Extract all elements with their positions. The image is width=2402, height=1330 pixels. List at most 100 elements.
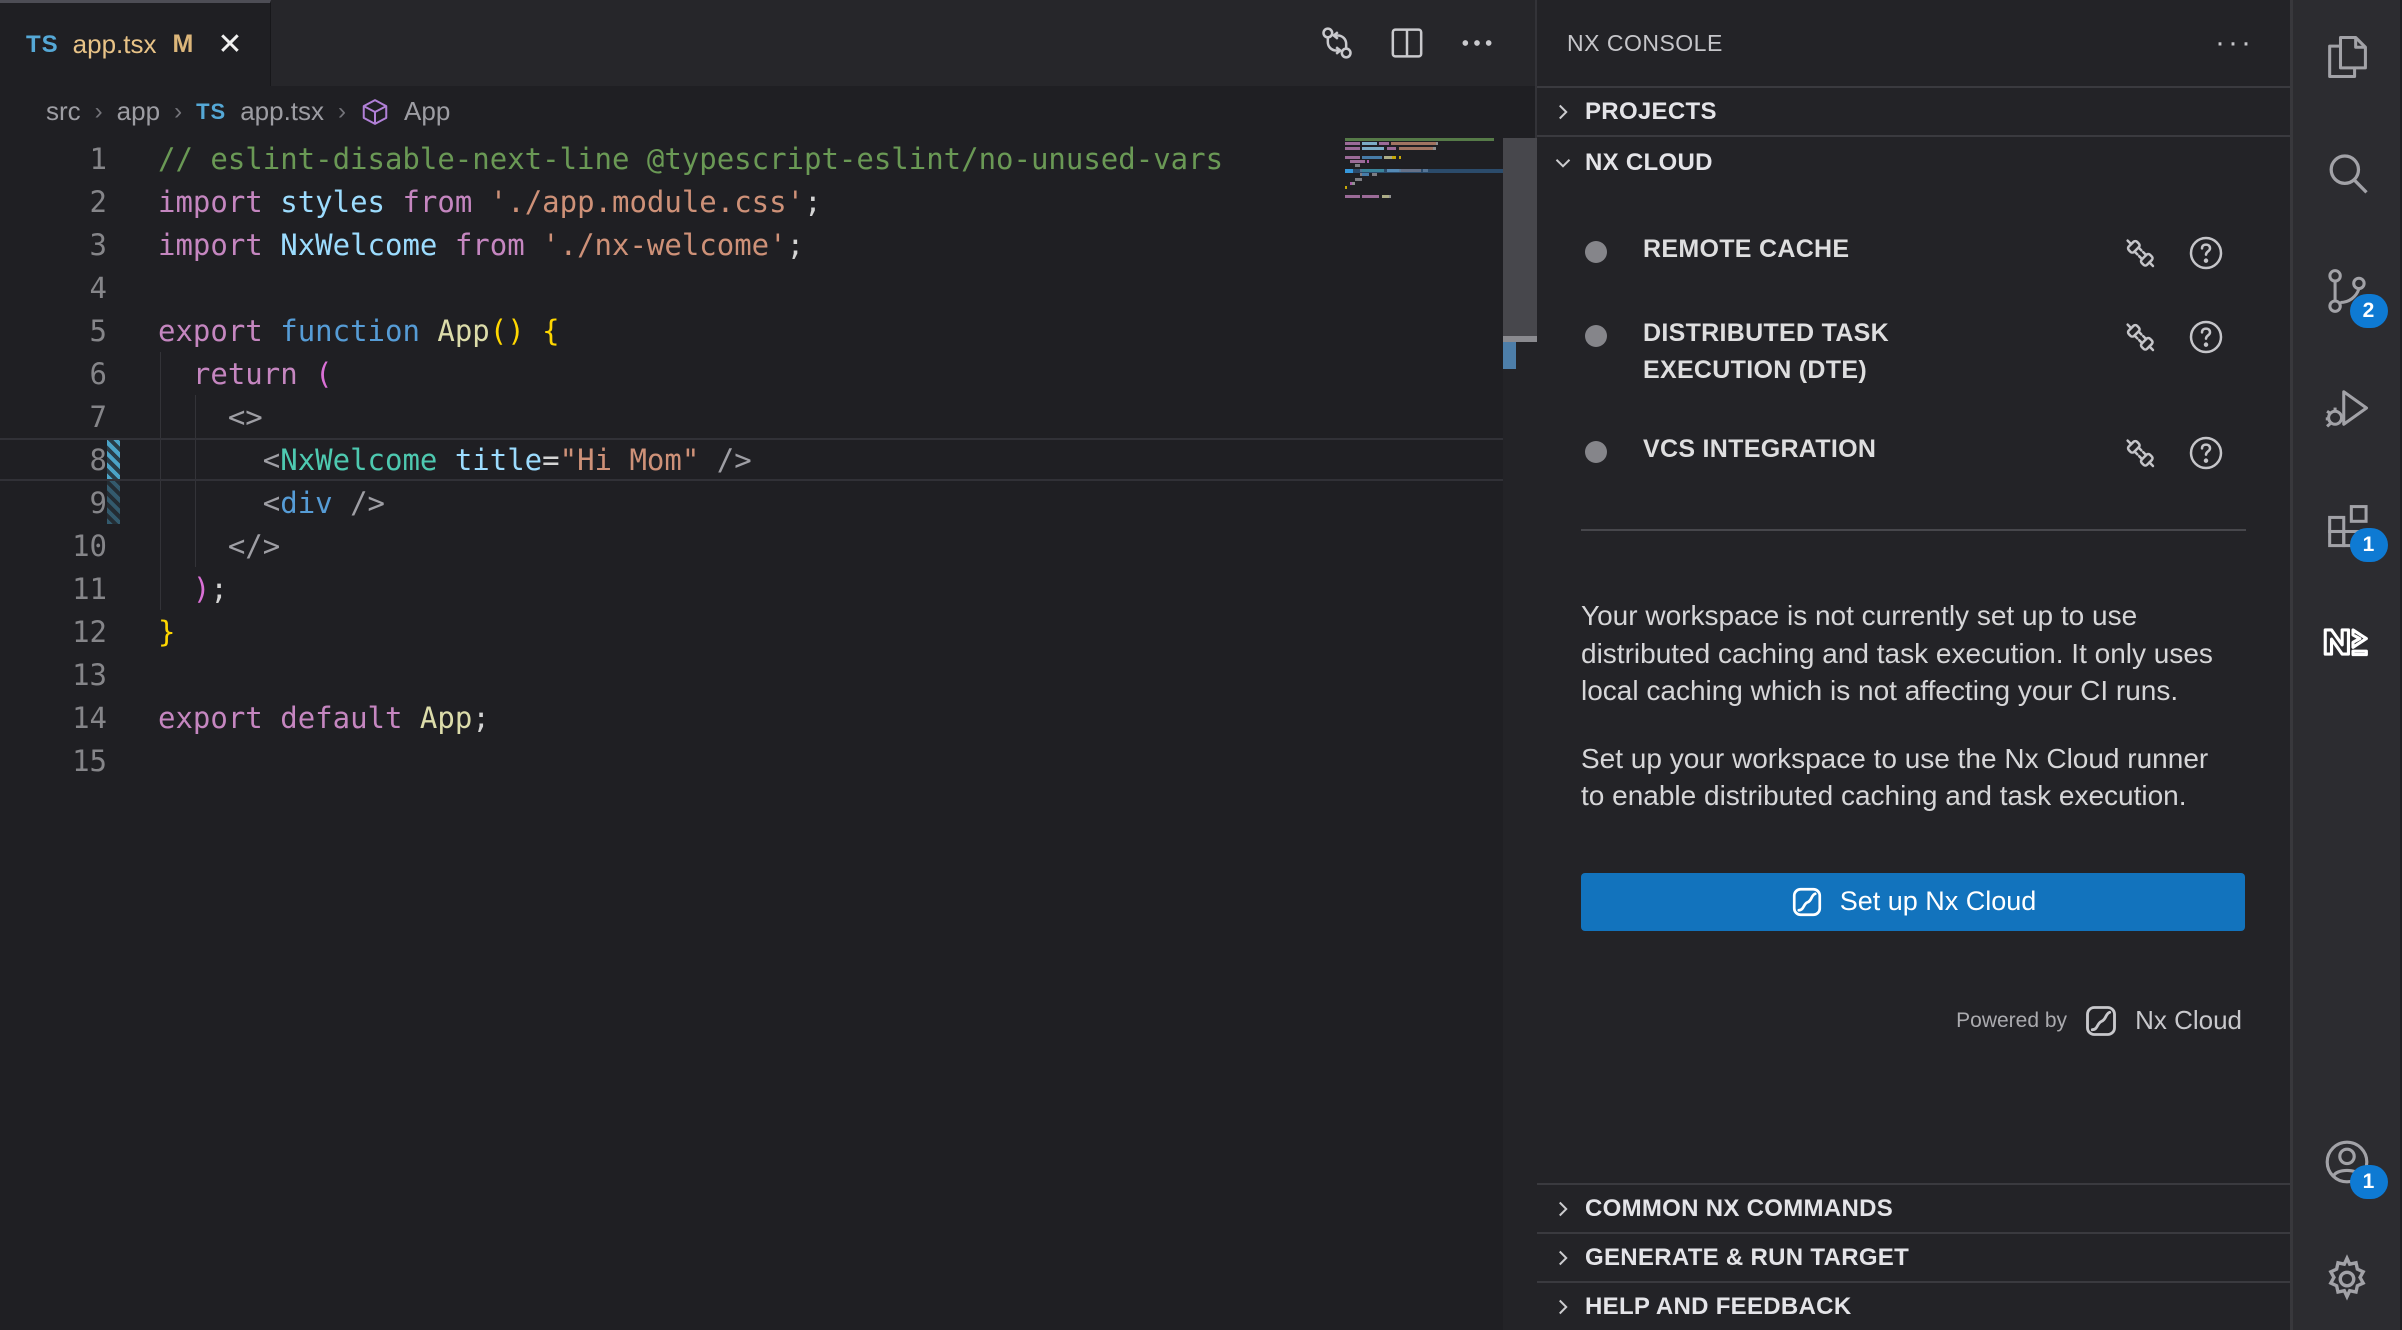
section-nx-cloud[interactable]: NX CLOUD — [1537, 137, 2290, 189]
code-line[interactable]: 14export default App; — [0, 696, 1535, 739]
code-line[interactable]: 4 — [0, 266, 1535, 309]
minimap[interactable] — [1345, 138, 1503, 204]
line-number: 11 — [0, 572, 107, 606]
git-modified-badge: M — [173, 30, 194, 59]
section-help-and-feedback[interactable]: HELP AND FEEDBACK — [1537, 1283, 2290, 1330]
explorer-icon[interactable] — [2318, 28, 2376, 86]
section-projects[interactable]: PROJECTS — [1537, 88, 2290, 135]
setup-button-label: Set up Nx Cloud — [1840, 886, 2037, 917]
connect-plug-icon[interactable] — [2120, 317, 2160, 357]
section-label: GENERATE & RUN TARGET — [1585, 1244, 1909, 1272]
gutter — [107, 309, 158, 352]
open-changes-icon[interactable] — [1315, 21, 1359, 65]
help-icon[interactable] — [2186, 317, 2226, 357]
source-control-icon[interactable]: 2 — [2318, 262, 2376, 320]
gutter — [107, 524, 158, 567]
minimap-line — [1345, 138, 1503, 141]
breadcrumb: src › app › TS app.tsx › App — [0, 86, 1535, 137]
line-number: 5 — [0, 314, 107, 348]
close-tab-icon[interactable]: ✕ — [217, 30, 242, 60]
typescript-file-icon: TS — [196, 99, 226, 125]
tab-bar: TS app.tsx M ✕ — [0, 0, 1535, 86]
code-line[interactable]: 10 </> — [0, 524, 1535, 567]
editor-scrollbar[interactable] — [1503, 138, 1537, 1330]
code-area[interactable]: 1// eslint-disable-next-line @typescript… — [0, 137, 1535, 1330]
run-debug-icon[interactable] — [2318, 379, 2376, 437]
section-common-nx-commands[interactable]: COMMON NX COMMANDS — [1537, 1185, 2290, 1232]
cloud-status-list: REMOTE CACHEDISTRIBUTED TASK EXECUTION (… — [1537, 231, 2290, 473]
code-line[interactable]: 11 ); — [0, 567, 1535, 610]
activity-bar: 2 1 — [2293, 0, 2400, 1330]
modified-line-indicator — [107, 481, 120, 524]
cloud-status-actions — [2120, 317, 2226, 357]
code-text: <div /> — [158, 486, 385, 520]
gutter — [107, 739, 158, 782]
minimap-line — [1345, 173, 1503, 176]
panel-more-actions-icon[interactable]: ··· — [2215, 26, 2254, 60]
nx-console-icon[interactable] — [2318, 613, 2376, 671]
panel-title: NX CONSOLE — [1567, 30, 1723, 57]
chevron-right-icon — [1550, 1294, 1576, 1320]
cloud-status-actions — [2120, 233, 2226, 273]
gutter — [107, 180, 158, 223]
code-line[interactable]: 1// eslint-disable-next-line @typescript… — [0, 137, 1535, 180]
gutter — [107, 266, 158, 309]
code-line[interactable]: 2import styles from './app.module.css'; — [0, 180, 1535, 223]
account-icon[interactable]: 1 — [2318, 1133, 2376, 1191]
extensions-icon[interactable]: 1 — [2318, 496, 2376, 554]
minimap-active-line-highlight — [1345, 169, 1503, 173]
code-line[interactable]: 6 return ( — [0, 352, 1535, 395]
vscode-window: TS app.tsx M ✕ — [0, 0, 2402, 1330]
connect-plug-icon[interactable] — [2120, 233, 2160, 273]
section-generate-run-target[interactable]: GENERATE & RUN TARGET — [1537, 1234, 2290, 1281]
account-badge: 1 — [2350, 1165, 2388, 1199]
scrollbar-slider[interactable] — [1503, 138, 1537, 336]
cloud-status-row: DISTRIBUTED TASK EXECUTION (DTE) — [1537, 315, 2290, 389]
code-line[interactable]: 5export function App() { — [0, 309, 1535, 352]
help-icon[interactable] — [2186, 233, 2226, 273]
minimap-line — [1345, 151, 1503, 154]
setup-nx-cloud-button[interactable]: Set up Nx Cloud — [1581, 873, 2245, 931]
status-bullet-icon — [1585, 441, 1607, 463]
connect-plug-icon[interactable] — [2120, 433, 2160, 473]
minimap-line — [1345, 182, 1503, 185]
breadcrumb-separator: › — [174, 98, 182, 126]
minimap-line — [1345, 156, 1503, 159]
code-line[interactable]: 7 <> — [0, 395, 1535, 438]
line-number: 15 — [0, 744, 107, 778]
minimap-line — [1345, 195, 1503, 198]
nx-console-panel: NX CONSOLE ··· PROJECTS NX CLOUD REMOTE … — [1537, 0, 2293, 1330]
code-text: </> — [158, 529, 280, 563]
code-line[interactable]: 9 <div /> — [0, 481, 1535, 524]
code-line[interactable]: 15 — [0, 739, 1535, 782]
breadcrumb-file[interactable]: app.tsx — [240, 96, 324, 127]
code-line[interactable]: 3import NxWelcome from './nx-welcome'; — [0, 223, 1535, 266]
code-text: // eslint-disable-next-line @typescript-… — [158, 142, 1223, 176]
breadcrumb-src[interactable]: src — [46, 96, 81, 127]
split-editor-icon[interactable] — [1385, 21, 1429, 65]
section-label: HELP AND FEEDBACK — [1585, 1293, 1851, 1321]
minimap-line — [1345, 164, 1503, 167]
breadcrumb-symbol[interactable]: App — [404, 96, 450, 127]
tab-app-tsx[interactable]: TS app.tsx M ✕ — [0, 0, 271, 86]
source-control-badge: 2 — [2350, 294, 2388, 328]
code-text: <NxWelcome title="Hi Mom" /> — [158, 443, 752, 477]
minimap-line — [1345, 142, 1503, 145]
more-actions-icon[interactable] — [1455, 21, 1499, 65]
minimap-line — [1345, 178, 1503, 181]
breadcrumb-separator: › — [338, 98, 346, 126]
chevron-right-icon — [1550, 1196, 1576, 1222]
status-bullet-icon — [1585, 325, 1607, 347]
gutter — [107, 223, 158, 266]
code-line[interactable]: 8 <NxWelcome title="Hi Mom" /> — [0, 438, 1535, 481]
minimap-line — [1345, 147, 1503, 150]
gutter — [107, 352, 158, 395]
help-icon[interactable] — [2186, 433, 2226, 473]
breadcrumb-app[interactable]: app — [117, 96, 160, 127]
settings-gear-icon[interactable] — [2318, 1250, 2376, 1308]
code-line[interactable]: 12} — [0, 610, 1535, 653]
powered-by: Powered by Nx Cloud — [1537, 1003, 2242, 1039]
code-line[interactable]: 13 — [0, 653, 1535, 696]
search-icon[interactable] — [2318, 145, 2376, 203]
line-number: 3 — [0, 228, 107, 262]
